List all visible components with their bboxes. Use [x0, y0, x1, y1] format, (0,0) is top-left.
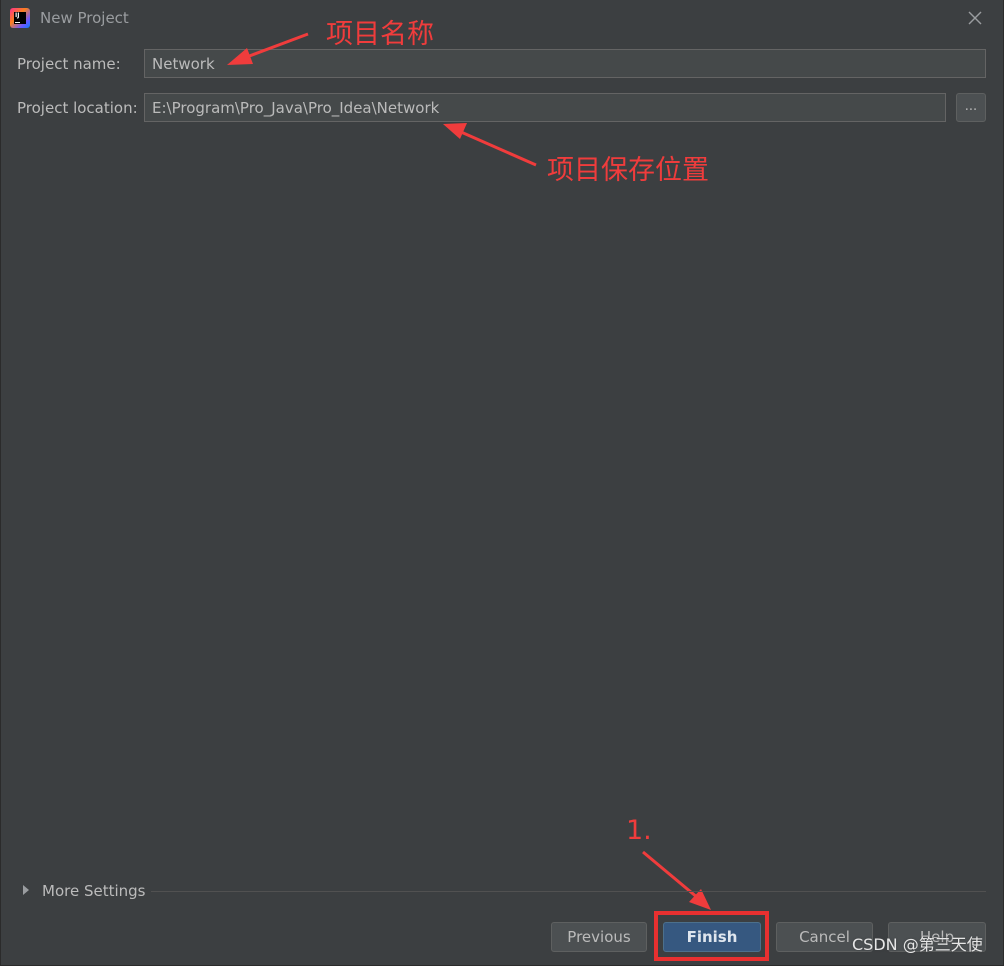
project-name-label: Project name:	[17, 55, 121, 73]
close-icon[interactable]	[964, 7, 986, 29]
annotation-arrows	[227, 32, 711, 910]
csdn-watermark: CSDN @第三天使	[852, 935, 983, 954]
previous-button[interactable]: Previous	[551, 922, 647, 952]
app-icon-text: IJ	[15, 12, 20, 19]
project-location-input[interactable]	[144, 93, 946, 122]
intellij-idea-icon: IJ	[10, 8, 30, 28]
project-location-annotation: 项目保存位置	[547, 155, 709, 186]
title-bar: IJ New Project	[1, 0, 1004, 36]
project-location-label: Project location:	[17, 99, 138, 117]
arrow-to-finish	[642, 850, 711, 910]
project-name-input[interactable]	[144, 49, 986, 78]
settings-divider	[151, 891, 986, 892]
step-number-annotation: 1.	[626, 815, 652, 846]
more-settings-label: More Settings	[42, 882, 146, 900]
finish-highlight-box	[654, 911, 769, 961]
arrow-to-project-location	[443, 123, 537, 167]
triangle-right-icon	[23, 885, 29, 895]
browse-button[interactable]: ...	[956, 93, 986, 122]
project-name-annotation: 项目名称	[326, 19, 434, 50]
window-title: New Project	[40, 9, 129, 27]
app-icon-glyph: IJ	[14, 12, 26, 24]
new-project-dialog: IJ New Project Project name: Project loc…	[0, 0, 1004, 966]
